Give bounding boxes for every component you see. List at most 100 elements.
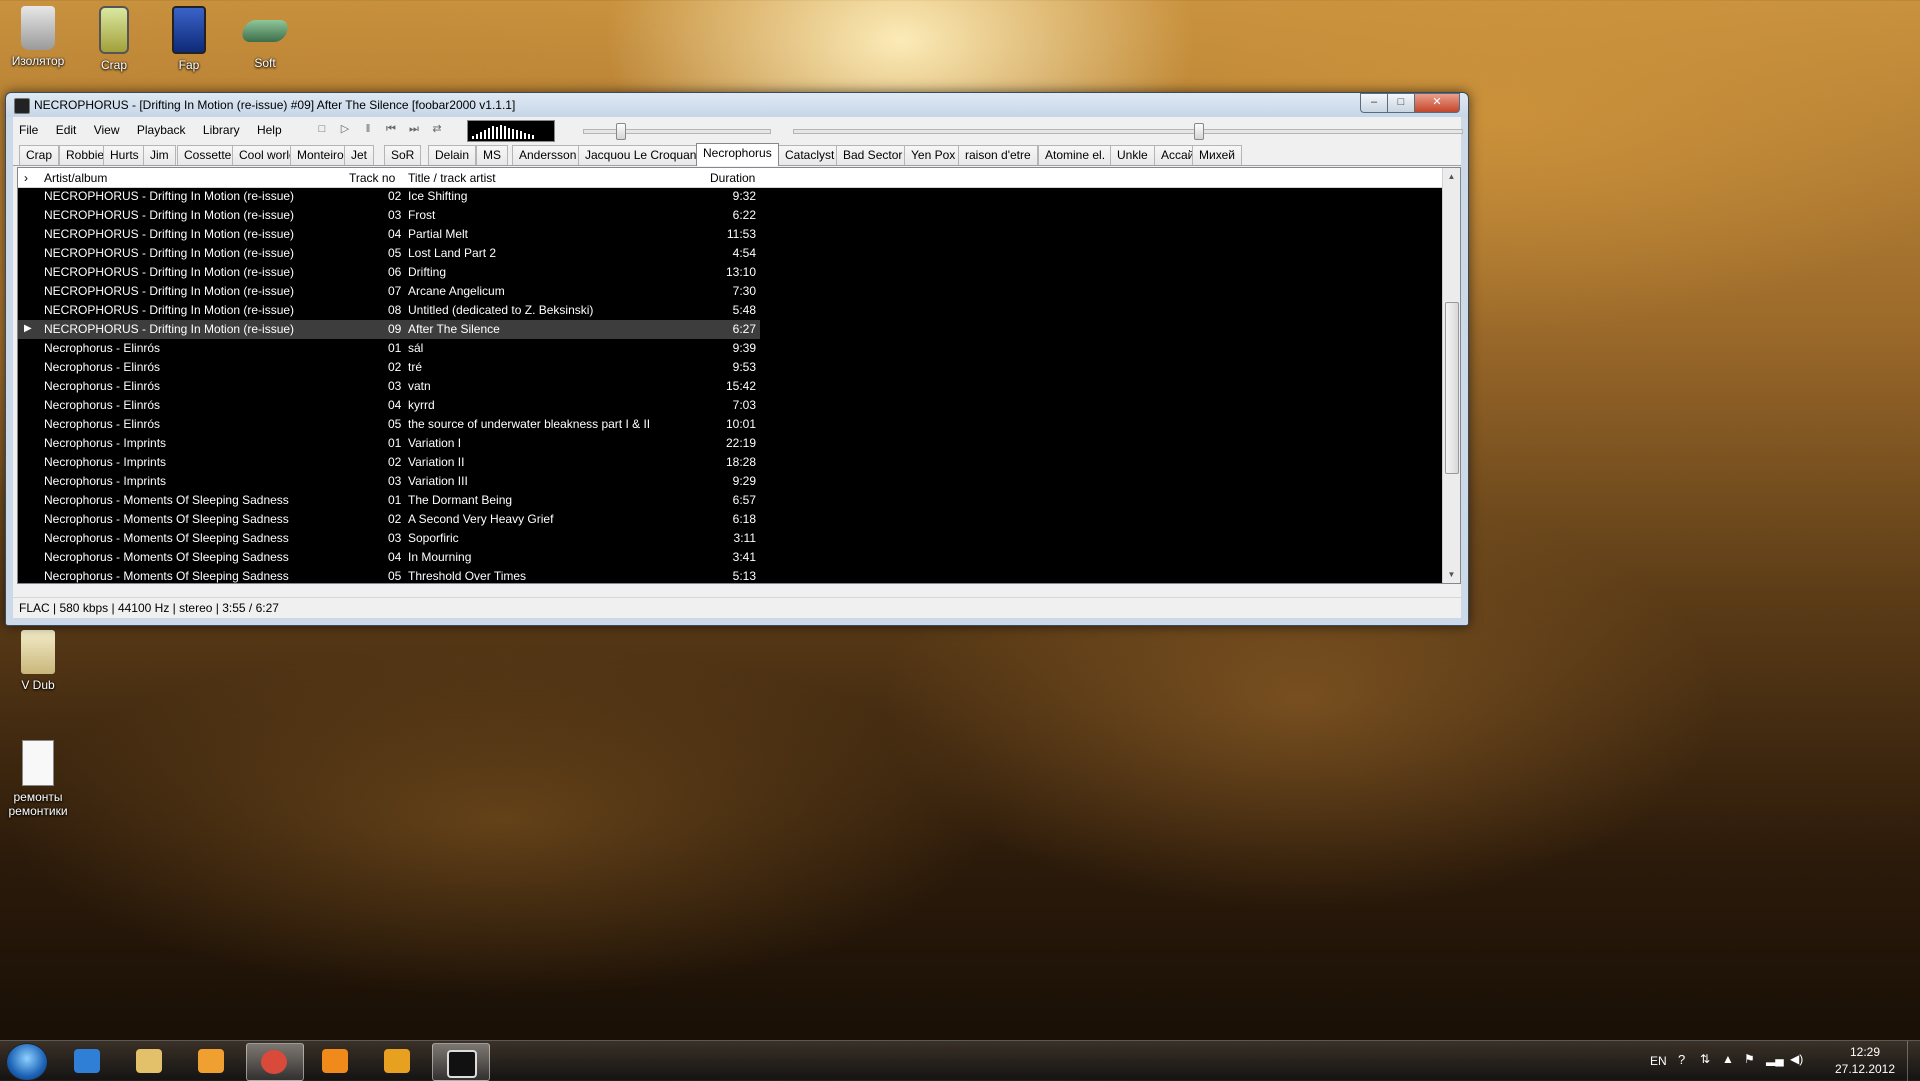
- playlist-row[interactable]: Necrophorus - Imprints 02 Variation II 18:2…: [18, 453, 760, 472]
- sort-indicator[interactable]: ›: [24, 171, 28, 185]
- playlist-row-now-playing[interactable]: ▶ NECROPHORUS - Drifting In Motion (re-is…: [18, 320, 760, 339]
- tab-jacquou-le-croquant[interactable]: Jacquou Le Croquant: [578, 145, 707, 165]
- playlist-row[interactable]: Necrophorus - Moments Of Sleeping Sadnes…: [18, 491, 760, 510]
- playlist-row[interactable]: NECROPHORUS - Drifting In Motion (re-iss…: [18, 225, 760, 244]
- foobar2000-window: NECROPHORUS - [Drifting In Motion (re-is…: [5, 92, 1469, 626]
- next-icon[interactable]: ⏭: [407, 122, 421, 136]
- spectrum-bar: [512, 129, 514, 139]
- title-bar[interactable]: NECROPHORUS - [Drifting In Motion (re-is…: [6, 93, 1468, 117]
- volume-icon[interactable]: ◀): [1790, 1052, 1803, 1066]
- taskbar-button-dlink[interactable]: [370, 1043, 426, 1079]
- tab-bad-sector[interactable]: Bad Sector: [836, 145, 910, 165]
- random-icon[interactable]: ⇄: [430, 122, 444, 136]
- playlist-row[interactable]: Necrophorus - Elinrós 02 tré 9:53: [18, 358, 760, 377]
- minimize-button[interactable]: –: [1360, 93, 1388, 113]
- maximize-button[interactable]: □: [1387, 93, 1415, 113]
- tab-delain[interactable]: Delain: [428, 145, 477, 165]
- desktop-icon-crap[interactable]: Crap: [76, 6, 152, 72]
- menu-view[interactable]: View: [94, 123, 120, 137]
- close-button[interactable]: ✕: [1414, 93, 1460, 113]
- menu-edit[interactable]: Edit: [56, 123, 77, 137]
- playlist-row[interactable]: Necrophorus - Elinrós 04 kyrrd 7:03: [18, 396, 760, 415]
- menu-library[interactable]: Library: [203, 123, 240, 137]
- playlist-row[interactable]: Necrophorus - Elinrós 01 sál 9:39: [18, 339, 760, 358]
- tab-cataclyst[interactable]: Cataclyst: [778, 145, 842, 165]
- desktop-icon-v-dub[interactable]: V Dub: [0, 630, 76, 692]
- playlist-row[interactable]: Necrophorus - Moments Of Sleeping Sadnes…: [18, 548, 760, 567]
- volume-slider[interactable]: [583, 129, 771, 134]
- tab-raison-d-etre[interactable]: raison d'etre: [958, 145, 1038, 165]
- playlist-row[interactable]: NECROPHORUS - Drifting In Motion (re-iss…: [18, 282, 760, 301]
- spectrum-bar: [496, 127, 498, 139]
- column-artist-album[interactable]: Artist/album: [44, 171, 107, 185]
- playlist-row[interactable]: Necrophorus - Imprints 01 Variation I 22:19: [18, 434, 760, 453]
- column-duration[interactable]: Duration: [710, 171, 755, 185]
- desktop-icon-remonty[interactable]: ремонты ремонтики: [0, 740, 76, 818]
- previous-icon[interactable]: ⏮: [384, 122, 398, 136]
- taskbar-button-media-player[interactable]: [184, 1043, 240, 1079]
- spectrum-visualisation: [467, 120, 555, 142]
- pause-icon[interactable]: ‖: [361, 122, 375, 136]
- network-icon[interactable]: ⇅: [1700, 1052, 1710, 1066]
- playlist-row[interactable]: Necrophorus - Elinrós 03 vatn 15:42: [18, 377, 760, 396]
- tab-andersson[interactable]: Andersson: [512, 145, 584, 165]
- playlist-row[interactable]: Necrophorus - Elinrós 05 the source of und…: [18, 415, 760, 434]
- tab-monteiro[interactable]: Monteiro: [290, 145, 351, 165]
- stop-icon[interactable]: □: [315, 122, 329, 136]
- column-track-no[interactable]: Track no: [349, 171, 395, 185]
- column-title[interactable]: Title / track artist: [408, 171, 496, 185]
- desktop-icon-soft[interactable]: Soft: [227, 6, 303, 70]
- tab-atomine-el-[interactable]: Atomine el.: [1038, 145, 1113, 165]
- taskbar-button-aimp[interactable]: [308, 1043, 364, 1079]
- flag-icon[interactable]: ⚑: [1744, 1052, 1755, 1066]
- playlist-row[interactable]: NECROPHORUS - Drifting In Motion (re-iss…: [18, 263, 760, 282]
- tab-yen-pox[interactable]: Yen Pox: [904, 145, 963, 165]
- seek-bar[interactable]: [793, 129, 1463, 134]
- playlist-row[interactable]: Necrophorus - Moments Of Sleeping Sadnes…: [18, 567, 760, 583]
- signal-icon[interactable]: ▂▄: [1766, 1052, 1784, 1066]
- playlist-scrollbar[interactable]: ▲ ▼: [1442, 168, 1460, 583]
- desktop-icon-fap[interactable]: Fap: [151, 6, 227, 72]
- volume-slider-knob[interactable]: [616, 123, 627, 140]
- taskbar-button-explorer[interactable]: [122, 1043, 178, 1079]
- row-title: In Mourning: [408, 550, 472, 564]
- playlist-row[interactable]: NECROPHORUS - Drifting In Motion (re-iss…: [18, 187, 760, 206]
- playlist-row[interactable]: NECROPHORUS - Drifting In Motion (re-iss…: [18, 301, 760, 320]
- menu-playback[interactable]: Playback: [137, 123, 186, 137]
- playlist-row[interactable]: Necrophorus - Imprints 03 Variation III 9:2…: [18, 472, 760, 491]
- start-button[interactable]: [6, 1043, 48, 1081]
- language-indicator[interactable]: EN: [1650, 1054, 1667, 1068]
- tab-jim[interactable]: Jim: [143, 145, 176, 165]
- taskbar-button-internet-explorer[interactable]: [60, 1043, 116, 1079]
- tab-sor[interactable]: SoR: [384, 145, 422, 165]
- clock-date[interactable]: 27.12.2012: [1830, 1062, 1900, 1076]
- tab-михей[interactable]: Михей: [1192, 145, 1242, 165]
- tray-expand-icon[interactable]: ▲: [1722, 1052, 1734, 1066]
- row-title: After The Silence: [408, 322, 500, 336]
- tab-unkle[interactable]: Unkle: [1110, 145, 1155, 165]
- menu-file[interactable]: File: [19, 123, 38, 137]
- scroll-up-icon[interactable]: ▲: [1443, 168, 1460, 185]
- tab-cossette[interactable]: Cossette: [177, 145, 239, 165]
- row-duration: 4:54: [732, 246, 756, 260]
- tab-jet[interactable]: Jet: [344, 145, 375, 165]
- seek-bar-knob[interactable]: [1193, 123, 1204, 140]
- tab-necrophorus[interactable]: Necrophorus: [696, 143, 779, 166]
- desktop-icon-recycle-bin[interactable]: Изолятор: [0, 6, 76, 68]
- scroll-down-icon[interactable]: ▼: [1443, 566, 1460, 583]
- show-desktop-button[interactable]: [1907, 1041, 1920, 1081]
- playlist-row[interactable]: Necrophorus - Moments Of Sleeping Sadnes…: [18, 510, 760, 529]
- taskbar-button-foobar2000[interactable]: [432, 1043, 490, 1081]
- playlist-row[interactable]: Necrophorus - Moments Of Sleeping Sadnes…: [18, 529, 760, 548]
- playlist-row[interactable]: NECROPHORUS - Drifting In Motion (re-iss…: [18, 206, 760, 225]
- play-icon[interactable]: ▷: [338, 122, 352, 136]
- clock-time[interactable]: 12:29: [1830, 1045, 1900, 1059]
- taskbar-button-chrome[interactable]: [246, 1043, 304, 1081]
- tab-ms[interactable]: MS: [476, 145, 508, 165]
- help-icon[interactable]: ?: [1678, 1052, 1685, 1067]
- menu-help[interactable]: Help: [257, 123, 282, 137]
- tab-hurts[interactable]: Hurts: [103, 145, 146, 165]
- scrollbar-thumb[interactable]: [1445, 302, 1459, 474]
- tab-crap[interactable]: Crap: [19, 145, 60, 165]
- playlist-row[interactable]: NECROPHORUS - Drifting In Motion (re-iss…: [18, 244, 760, 263]
